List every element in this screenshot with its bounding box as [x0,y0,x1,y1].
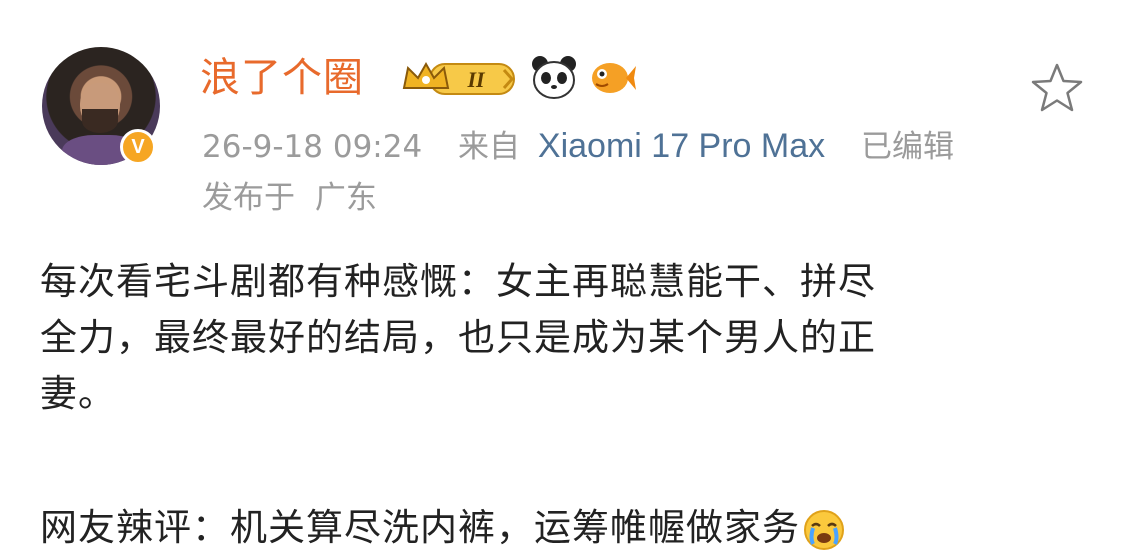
level-badge-text: II [466,67,486,92]
crown-level-icon[interactable]: II [400,58,518,98]
post-body-line: 全力，最终最好的结局，也只是成为某个男人的正 [40,316,876,359]
post-body-line: 妻。 [40,372,116,415]
comment-text: 网友辣评：机关算尽洗内裤，运筹帷幄做家务 [40,506,800,549]
timestamp: 26-9-18 09:24 [202,129,423,165]
goldfish-icon [592,63,636,93]
source-prefix: 来自 [458,129,521,165]
panda-icon [532,56,576,99]
location-value: 广东 [314,180,377,216]
post-body-line: 每次看宅斗剧都有种感慨：女主再聪慧能干、拼尽 [40,260,876,303]
star-outline-icon[interactable] [1030,62,1084,114]
post-location: 发布于 广东 [202,178,377,218]
weibo-post: V 浪了个圈 II 26-9-18 09:24 来自 Xiaomi 17 Pro… [0,0,1124,555]
device-link[interactable]: Xiaomi 17 Pro Max [538,126,825,166]
verified-v-icon: V [120,129,156,165]
avatar-beard [82,109,118,133]
comment-line: 网友辣评：机关算尽洗内裤，运筹帷幄做家务 [40,500,1100,556]
post-body: 每次看宅斗剧都有种感慨：女主再聪慧能干、拼尽 全力，最终最好的结局，也只是成为某… [40,254,1100,422]
edited-label[interactable]: 已编辑 [861,127,954,167]
crying-emoji-icon [804,509,844,550]
location-prefix: 发布于 [202,180,295,216]
post-meta: 26-9-18 09:24 来自 Xiaomi 17 Pro Max 已编辑 [202,126,954,166]
username[interactable]: 浪了个圈 [200,54,364,102]
